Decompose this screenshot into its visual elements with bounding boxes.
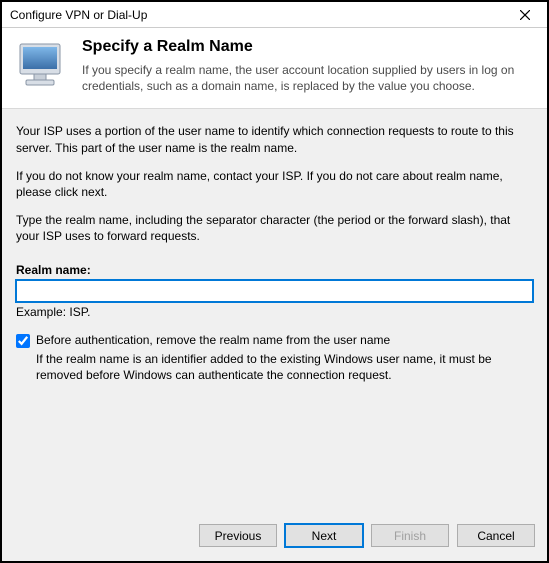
header-text: Specify a Realm Name If you specify a re… [82, 38, 535, 94]
cancel-button[interactable]: Cancel [457, 524, 535, 547]
titlebar: Configure VPN or Dial-Up [2, 2, 547, 28]
body-paragraph-3: Type the realm name, including the separ… [16, 212, 533, 244]
wizard-window: Configure VPN or Dial-Up [0, 0, 549, 563]
finish-button[interactable]: Finish [371, 524, 449, 547]
wizard-subtext: If you specify a realm name, the user ac… [82, 62, 535, 94]
remove-realm-checkbox-label[interactable]: Before authentication, remove the realm … [36, 333, 390, 347]
body-paragraph-2: If you do not know your realm name, cont… [16, 168, 533, 200]
close-button[interactable] [505, 3, 545, 27]
realm-name-example: Example: ISP. [16, 305, 533, 319]
realm-name-label: Realm name: [16, 263, 533, 277]
wizard-heading: Specify a Realm Name [82, 38, 535, 56]
body-paragraph-1: Your ISP uses a portion of the user name… [16, 123, 533, 155]
close-icon [520, 10, 530, 20]
wizard-body: Your ISP uses a portion of the user name… [2, 109, 547, 514]
wizard-header: Specify a Realm Name If you specify a re… [2, 28, 547, 109]
previous-button[interactable]: Previous [199, 524, 277, 547]
next-button[interactable]: Next [285, 524, 363, 547]
computer-monitor-icon [14, 38, 70, 94]
remove-realm-checkbox[interactable] [16, 334, 30, 348]
realm-name-input[interactable] [16, 280, 533, 302]
wizard-footer: Previous Next Finish Cancel [2, 514, 547, 561]
window-title: Configure VPN or Dial-Up [10, 8, 147, 22]
remove-realm-help-text: If the realm name is an identifier added… [36, 351, 533, 383]
